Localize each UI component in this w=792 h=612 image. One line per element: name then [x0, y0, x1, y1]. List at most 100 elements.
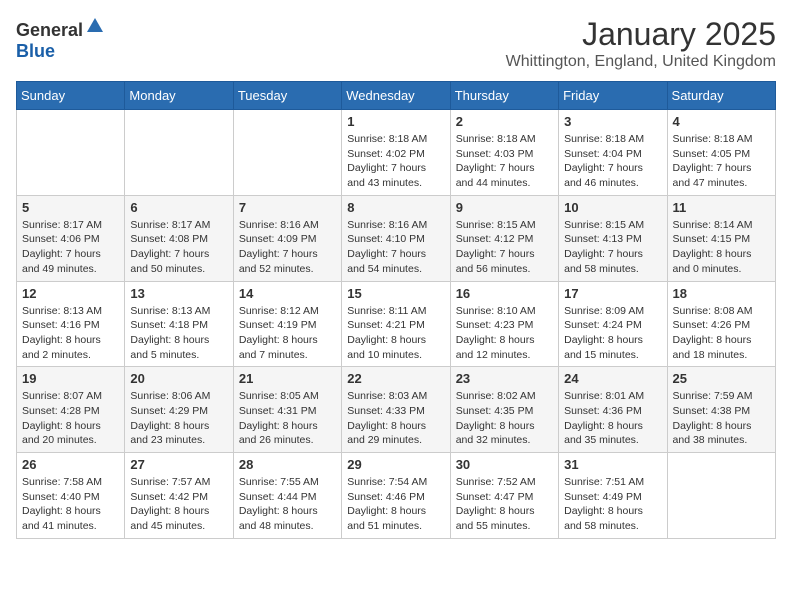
calendar-cell: 29Sunrise: 7:54 AM Sunset: 4:46 PM Dayli…: [342, 453, 450, 539]
day-number: 29: [347, 457, 444, 472]
logo-blue: Blue: [16, 41, 55, 61]
calendar-cell: 8 Sunrise: 8:16 AM Sunset: 4:10 PM Daylig…: [342, 195, 450, 281]
calendar-cell: 6 Sunrise: 8:17 AM Sunset: 4:08 PM Daylig…: [125, 195, 233, 281]
logo: General Blue: [16, 16, 105, 62]
day-info: Sunrise: 7:58 AM Sunset: 4:40 PM Dayligh…: [22, 475, 119, 534]
day-info: Sunrise: 8:18 AM Sunset: 4:03 PM Dayligh…: [456, 132, 553, 191]
day-number: 5: [22, 200, 119, 215]
day-number: 11: [673, 200, 770, 215]
calendar-cell: 24 Sunrise: 8:01 AM Sunset: 4:36 PM Dayli…: [559, 367, 667, 453]
calendar-cell: 22 Sunrise: 8:03 AM Sunset: 4:33 PM Dayli…: [342, 367, 450, 453]
day-info: Sunrise: 8:15 AM Sunset: 4:13 PM Dayligh…: [564, 218, 661, 277]
day-number: 26: [22, 457, 119, 472]
calendar-cell: 2 Sunrise: 8:18 AM Sunset: 4:03 PM Daylig…: [450, 110, 558, 196]
calendar-cell: 25 Sunrise: 7:59 AM Sunset: 4:38 PM Dayli…: [667, 367, 775, 453]
day-number: 23: [456, 371, 553, 386]
day-info: Sunrise: 8:14 AM Sunset: 4:15 PM Dayligh…: [673, 218, 770, 277]
day-number: 9: [456, 200, 553, 215]
day-number: 2: [456, 114, 553, 129]
day-info: Sunrise: 8:01 AM Sunset: 4:36 PM Dayligh…: [564, 389, 661, 448]
day-number: 3: [564, 114, 661, 129]
day-info: Sunrise: 8:10 AM Sunset: 4:23 PM Dayligh…: [456, 304, 553, 363]
day-number: 15: [347, 286, 444, 301]
day-info: Sunrise: 8:13 AM Sunset: 4:18 PM Dayligh…: [130, 304, 227, 363]
calendar-cell: 16 Sunrise: 8:10 AM Sunset: 4:23 PM Dayli…: [450, 281, 558, 367]
calendar-cell: 4 Sunrise: 8:18 AM Sunset: 4:05 PM Daylig…: [667, 110, 775, 196]
calendar-cell: 3 Sunrise: 8:18 AM Sunset: 4:04 PM Daylig…: [559, 110, 667, 196]
location-title: Whittington, England, United Kingdom: [506, 53, 776, 71]
day-info: Sunrise: 8:03 AM Sunset: 4:33 PM Dayligh…: [347, 389, 444, 448]
calendar-cell: 15 Sunrise: 8:11 AM Sunset: 4:21 PM Dayli…: [342, 281, 450, 367]
day-info: Sunrise: 8:08 AM Sunset: 4:26 PM Dayligh…: [673, 304, 770, 363]
day-number: 19: [22, 371, 119, 386]
day-number: 6: [130, 200, 227, 215]
day-number: 24: [564, 371, 661, 386]
day-number: 14: [239, 286, 336, 301]
calendar-cell: 12 Sunrise: 8:13 AM Sunset: 4:16 PM Dayli…: [17, 281, 125, 367]
weekday-header-thursday: Thursday: [450, 82, 558, 110]
day-info: Sunrise: 7:55 AM Sunset: 4:44 PM Dayligh…: [239, 475, 336, 534]
logo-icon: [85, 16, 105, 36]
day-number: 22: [347, 371, 444, 386]
day-info: Sunrise: 8:09 AM Sunset: 4:24 PM Dayligh…: [564, 304, 661, 363]
calendar-cell: 13 Sunrise: 8:13 AM Sunset: 4:18 PM Dayli…: [125, 281, 233, 367]
day-info: Sunrise: 8:18 AM Sunset: 4:05 PM Dayligh…: [673, 132, 770, 191]
day-number: 17: [564, 286, 661, 301]
calendar-cell: 11 Sunrise: 8:14 AM Sunset: 4:15 PM Dayli…: [667, 195, 775, 281]
weekday-header-sunday: Sunday: [17, 82, 125, 110]
calendar-cell: 14 Sunrise: 8:12 AM Sunset: 4:19 PM Dayli…: [233, 281, 341, 367]
day-number: 25: [673, 371, 770, 386]
weekday-header-saturday: Saturday: [667, 82, 775, 110]
calendar-cell: [125, 110, 233, 196]
day-number: 30: [456, 457, 553, 472]
calendar-cell: [17, 110, 125, 196]
day-number: 10: [564, 200, 661, 215]
day-number: 16: [456, 286, 553, 301]
calendar-cell: 27Sunrise: 7:57 AM Sunset: 4:42 PM Dayli…: [125, 453, 233, 539]
calendar-cell: 17 Sunrise: 8:09 AM Sunset: 4:24 PM Dayli…: [559, 281, 667, 367]
day-number: 28: [239, 457, 336, 472]
day-info: Sunrise: 8:16 AM Sunset: 4:10 PM Dayligh…: [347, 218, 444, 277]
day-number: 8: [347, 200, 444, 215]
weekday-header-row: SundayMondayTuesdayWednesdayThursdayFrid…: [17, 82, 776, 110]
calendar-cell: 28 Sunrise: 7:55 AM Sunset: 4:44 PM Dayli…: [233, 453, 341, 539]
day-info: Sunrise: 7:52 AM Sunset: 4:47 PM Dayligh…: [456, 475, 553, 534]
day-info: Sunrise: 8:11 AM Sunset: 4:21 PM Dayligh…: [347, 304, 444, 363]
day-info: Sunrise: 7:57 AM Sunset: 4:42 PM Dayligh…: [130, 475, 227, 534]
day-number: 1: [347, 114, 444, 129]
calendar-table: SundayMondayTuesdayWednesdayThursdayFrid…: [16, 81, 776, 539]
calendar-cell: 9 Sunrise: 8:15 AM Sunset: 4:12 PM Daylig…: [450, 195, 558, 281]
calendar-cell: [233, 110, 341, 196]
weekday-header-monday: Monday: [125, 82, 233, 110]
day-number: 4: [673, 114, 770, 129]
weekday-header-friday: Friday: [559, 82, 667, 110]
day-info: Sunrise: 8:13 AM Sunset: 4:16 PM Dayligh…: [22, 304, 119, 363]
calendar-cell: 7Sunrise: 8:16 AM Sunset: 4:09 PM Daylig…: [233, 195, 341, 281]
day-info: Sunrise: 8:17 AM Sunset: 4:08 PM Dayligh…: [130, 218, 227, 277]
calendar-week-row: 1Sunrise: 8:18 AM Sunset: 4:02 PM Daylig…: [17, 110, 776, 196]
calendar-cell: 30 Sunrise: 7:52 AM Sunset: 4:47 PM Dayli…: [450, 453, 558, 539]
day-number: 21: [239, 371, 336, 386]
day-info: Sunrise: 8:02 AM Sunset: 4:35 PM Dayligh…: [456, 389, 553, 448]
calendar-cell: 5 Sunrise: 8:17 AM Sunset: 4:06 PM Daylig…: [17, 195, 125, 281]
day-number: 20: [130, 371, 227, 386]
title-block: January 2025 Whittington, England, Unite…: [506, 16, 776, 71]
calendar-cell: 20 Sunrise: 8:06 AM Sunset: 4:29 PM Dayli…: [125, 367, 233, 453]
calendar-cell: 1Sunrise: 8:18 AM Sunset: 4:02 PM Daylig…: [342, 110, 450, 196]
day-info: Sunrise: 8:06 AM Sunset: 4:29 PM Dayligh…: [130, 389, 227, 448]
calendar-cell: [667, 453, 775, 539]
day-number: 12: [22, 286, 119, 301]
month-title: January 2025: [506, 16, 776, 53]
day-info: Sunrise: 7:59 AM Sunset: 4:38 PM Dayligh…: [673, 389, 770, 448]
day-info: Sunrise: 8:15 AM Sunset: 4:12 PM Dayligh…: [456, 218, 553, 277]
day-info: Sunrise: 8:17 AM Sunset: 4:06 PM Dayligh…: [22, 218, 119, 277]
calendar-cell: 31Sunrise: 7:51 AM Sunset: 4:49 PM Dayli…: [559, 453, 667, 539]
calendar-week-row: 26 Sunrise: 7:58 AM Sunset: 4:40 PM Dayli…: [17, 453, 776, 539]
calendar-cell: 10 Sunrise: 8:15 AM Sunset: 4:13 PM Dayli…: [559, 195, 667, 281]
day-number: 13: [130, 286, 227, 301]
day-number: 31: [564, 457, 661, 472]
day-info: Sunrise: 8:18 AM Sunset: 4:04 PM Dayligh…: [564, 132, 661, 191]
day-info: Sunrise: 8:12 AM Sunset: 4:19 PM Dayligh…: [239, 304, 336, 363]
calendar-week-row: 19Sunrise: 8:07 AM Sunset: 4:28 PM Dayli…: [17, 367, 776, 453]
weekday-header-tuesday: Tuesday: [233, 82, 341, 110]
